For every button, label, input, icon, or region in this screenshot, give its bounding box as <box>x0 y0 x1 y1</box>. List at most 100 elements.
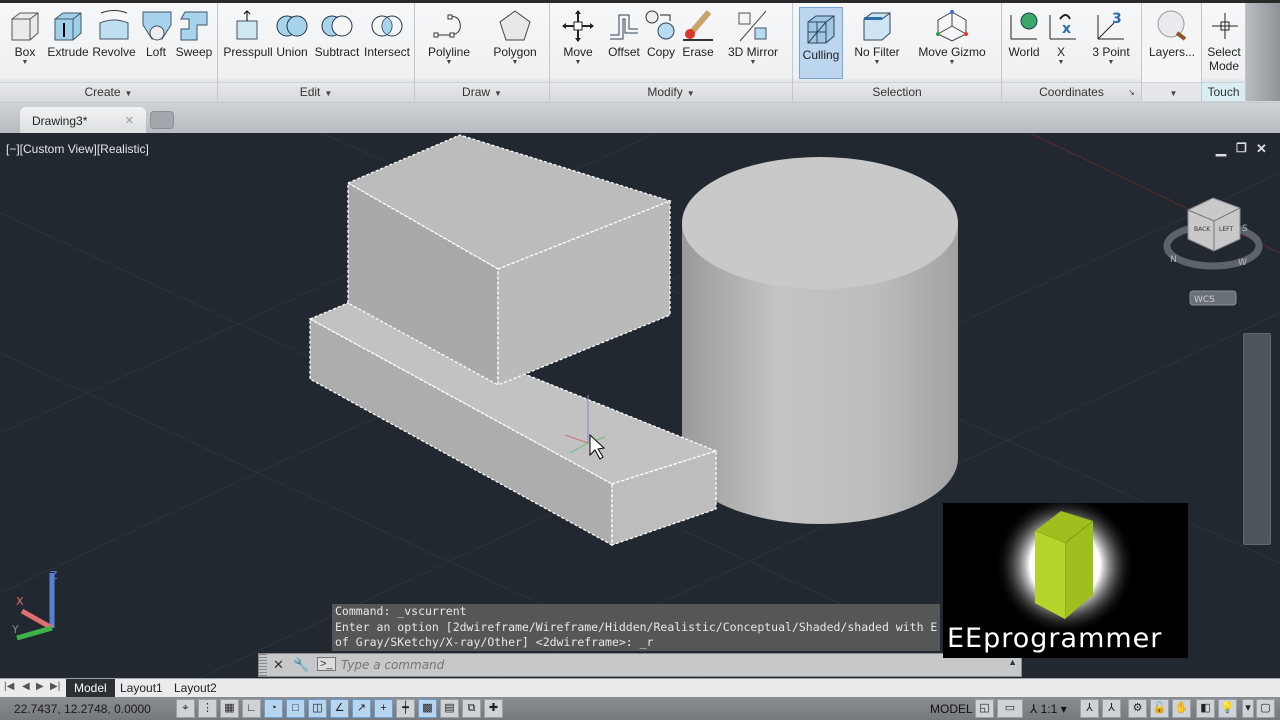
presspull-button[interactable]: Presspull <box>222 5 274 59</box>
model-space-toggle[interactable]: MODEL <box>930 702 973 716</box>
intersect-button[interactable]: Intersect <box>362 5 412 59</box>
selection-cycling-icon[interactable]: ⧉ <box>462 699 481 718</box>
lock-ui-icon[interactable]: 🔓 <box>1150 699 1169 718</box>
last-layout-icon[interactable]: ▶| <box>50 681 60 692</box>
hardware-acceleration-icon[interactable]: ✋ <box>1172 699 1191 718</box>
command-history: Command: _vscurrent Enter an option [2dw… <box>332 604 941 651</box>
copy-button[interactable]: Copy <box>644 5 678 59</box>
quick-view-drawings-icon[interactable]: ▭ <box>997 699 1023 718</box>
tab-layout1[interactable]: Layout1 <box>112 679 171 697</box>
erase-button[interactable]: Erase <box>680 5 716 59</box>
move-gizmo-button[interactable]: Move Gizmo ▼ <box>917 5 987 67</box>
revolve-button[interactable]: Revolve <box>92 5 136 59</box>
box-button[interactable]: Box ▼ <box>6 5 44 67</box>
chevron-down-icon: ▼ <box>494 89 502 98</box>
auto-scale-icon[interactable]: ⅄ <box>1102 699 1121 718</box>
dynamic-input-icon[interactable]: + <box>374 699 393 718</box>
prev-layout-icon[interactable]: ◀ <box>22 681 30 692</box>
panel-title-edit[interactable]: Edit ▼ <box>218 82 414 101</box>
sweep-button[interactable]: Sweep <box>174 5 214 59</box>
panel-title-modify[interactable]: Modify ▼ <box>550 82 792 101</box>
layers-icon <box>1157 10 1187 41</box>
x-ucs-button[interactable]: x X ▼ <box>1046 5 1076 67</box>
minimize-viewport-icon[interactable]: ▁ <box>1216 141 1226 157</box>
object-snap-tracking-icon[interactable]: ∠ <box>330 699 349 718</box>
svg-text:X: X <box>16 595 24 608</box>
lightbulb-icon[interactable]: 💡 <box>1218 699 1237 718</box>
close-command-line-icon[interactable]: ✕ <box>273 657 284 673</box>
lineweight-icon[interactable]: ┿ <box>396 699 415 718</box>
transparency-icon[interactable]: ▩ <box>418 699 437 718</box>
command-line-grip[interactable] <box>259 654 267 676</box>
restore-viewport-icon[interactable]: ❐ <box>1236 141 1247 155</box>
command-history-toggle-icon[interactable]: ▲ <box>1008 657 1017 667</box>
object-snap-icon[interactable]: □ <box>286 699 305 718</box>
tab-layout2[interactable]: Layout2 <box>166 679 225 697</box>
first-layout-icon[interactable]: |◀ <box>4 681 14 692</box>
panel-touch: Select Mode Touch <box>1202 3 1246 101</box>
infer-constraints-icon[interactable]: ⌖ <box>176 699 195 718</box>
ortho-mode-icon[interactable]: ∟ <box>242 699 261 718</box>
world-ucs-button[interactable]: World <box>1004 5 1044 59</box>
dialog-launcher-icon[interactable]: ↘ <box>1128 83 1135 102</box>
command-input[interactable] <box>341 656 991 674</box>
annotation-scale[interactable]: ⅄ 1:1 ▾ <box>1030 702 1067 716</box>
watermark-logo: EEprogrammer <box>943 495 1188 658</box>
layers-button[interactable]: Layers... <box>1146 5 1198 59</box>
layout-tab-bar: |◀ ◀ ▶ ▶| Model Layout1 Layout2 <box>0 678 1280 697</box>
quick-properties-icon[interactable]: ▤ <box>440 699 459 718</box>
polygon-button[interactable]: Polygon ▼ <box>489 5 541 67</box>
move-button[interactable]: Move ▼ <box>558 5 598 67</box>
tab-model[interactable]: Model <box>66 679 115 697</box>
offset-button[interactable]: Offset <box>604 5 644 59</box>
3d-mirror-button[interactable]: 3D Mirror ▼ <box>724 5 782 67</box>
customize-wrench-icon[interactable]: 🔧 <box>293 657 309 673</box>
new-tab-button[interactable] <box>150 111 174 129</box>
quick-view-layouts-icon[interactable]: ◱ <box>975 699 994 718</box>
world-ucs-icon <box>1010 12 1038 40</box>
3d-object-snap-icon[interactable]: ◫ <box>308 699 327 718</box>
3-point-ucs-button[interactable]: 3 3 Point ▼ <box>1086 5 1136 67</box>
clean-screen-icon[interactable]: ▢ <box>1256 699 1275 718</box>
drawing-viewport[interactable]: Z X Y BACK LEFT N S W WCS [−][Custom Vie… <box>0 133 1280 678</box>
no-filter-icon <box>863 12 891 41</box>
workspace-gear-icon[interactable]: ⚙ <box>1128 699 1147 718</box>
svg-text:Z: Z <box>50 569 58 582</box>
panel-title-draw[interactable]: Draw ▼ <box>415 82 549 101</box>
annotation-visibility-icon[interactable]: ⅄ <box>1080 699 1099 718</box>
chevron-down-icon: ▼ <box>686 89 695 98</box>
polyline-button[interactable]: Polyline ▼ <box>425 5 473 67</box>
loft-button[interactable]: Loft <box>140 5 172 59</box>
select-mode-button[interactable]: Select Mode <box>1204 5 1246 73</box>
panel-layers: Layers... ▼ <box>1142 3 1202 101</box>
selected-composite-solid[interactable] <box>308 134 718 547</box>
culling-icon <box>807 15 835 44</box>
cylinder-solid[interactable] <box>682 157 958 524</box>
box-icon <box>11 12 39 41</box>
isolate-objects-icon[interactable]: ◧ <box>1196 699 1215 718</box>
select-mode-icon <box>1212 13 1238 39</box>
snap-mode-icon[interactable]: ⋮ <box>198 699 217 718</box>
grid-display-icon[interactable]: ▦ <box>220 699 239 718</box>
cursor-coordinates[interactable]: 22.7437, 12.2748, 0.0000 <box>14 702 151 716</box>
extrude-button[interactable]: Extrude <box>46 5 90 59</box>
annotation-monitor-icon[interactable]: ✚ <box>484 699 503 718</box>
3d-mirror-icon <box>738 10 767 42</box>
dynamic-ucs-icon[interactable]: ↗ <box>352 699 371 718</box>
no-filter-button[interactable]: No Filter ▼ <box>851 5 903 67</box>
status-menu-icon[interactable]: ▾ <box>1242 699 1254 718</box>
panel-title-create[interactable]: Create ▼ <box>0 82 217 101</box>
viewcube[interactable]: BACK LEFT N S W WCS <box>1163 197 1263 306</box>
navigation-bar[interactable] <box>1243 333 1271 545</box>
next-layout-icon[interactable]: ▶ <box>36 681 44 692</box>
close-viewport-icon[interactable]: ✕ <box>1256 141 1267 157</box>
recent-commands-icon[interactable]: >_ <box>317 657 336 671</box>
viewport-controls-label[interactable]: [−][Custom View][Realistic] <box>6 142 149 156</box>
tab-drawing3[interactable]: Drawing3* ✕ <box>20 107 146 133</box>
polar-tracking-icon[interactable]: ◔ <box>264 699 283 718</box>
culling-button[interactable]: Culling <box>799 7 843 79</box>
close-tab-icon[interactable]: ✕ <box>125 114 134 127</box>
layers-expand-button[interactable]: ▼ <box>1142 82 1201 101</box>
subtract-button[interactable]: Subtract <box>312 5 362 59</box>
union-button[interactable]: Union <box>274 5 310 59</box>
